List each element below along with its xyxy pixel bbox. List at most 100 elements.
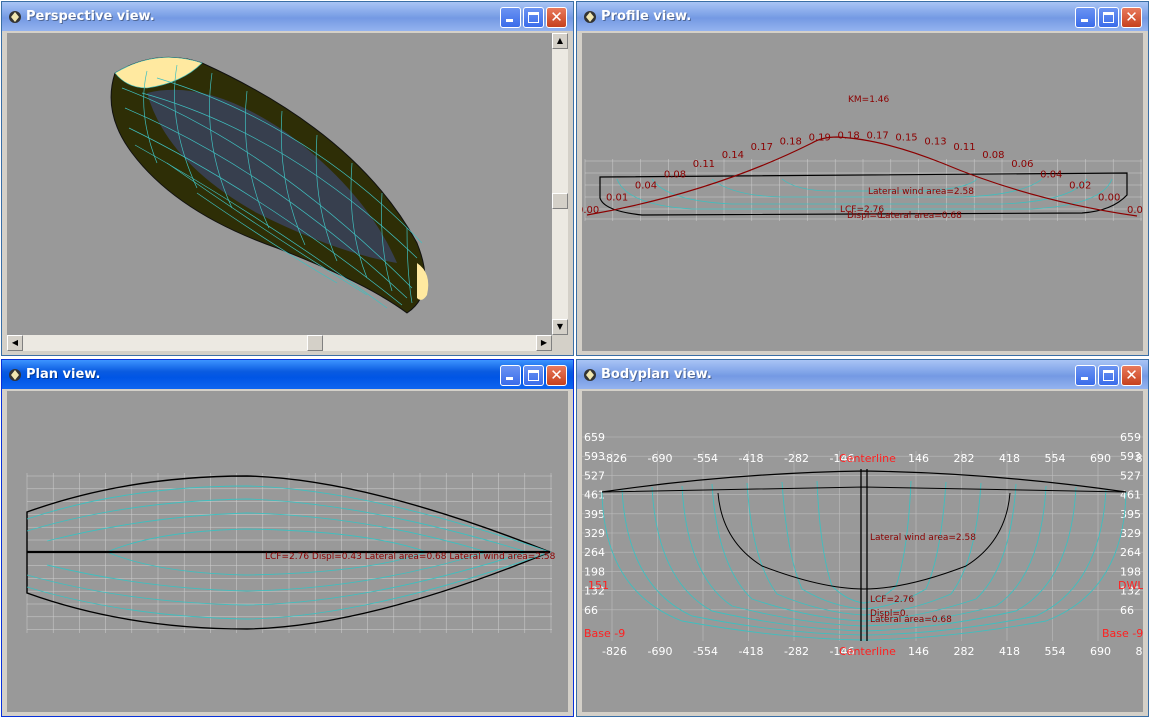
lcf-label: LCF=2.76 bbox=[870, 595, 914, 605]
perspective-titlebar[interactable]: Perspective view. ✕ bbox=[2, 2, 573, 31]
plan-titlebar[interactable]: Plan view. ✕ bbox=[2, 360, 573, 389]
area-curve-value: 0.19 bbox=[809, 132, 831, 143]
centerline-bottom-label: Centerline bbox=[839, 645, 896, 658]
app-icon bbox=[584, 369, 596, 381]
x-tick-top: 690 bbox=[1090, 452, 1111, 465]
y-tick-right: 329 bbox=[1120, 527, 1141, 540]
area-curve-value: 0.04 bbox=[635, 181, 657, 192]
area-curve-value: 0.15 bbox=[895, 132, 917, 143]
close-icon: ✕ bbox=[550, 8, 563, 26]
minimize-icon bbox=[1081, 377, 1088, 380]
scroll-corner bbox=[552, 335, 568, 351]
x-tick-top: 418 bbox=[999, 452, 1020, 465]
area-curve-value: 0.13 bbox=[924, 136, 946, 147]
centerline-top-label: Centerline bbox=[839, 452, 896, 465]
scroll-right-button[interactable]: ▶ bbox=[536, 335, 552, 351]
vertical-scrollbar[interactable]: ▲ ▼ bbox=[552, 33, 568, 335]
profile-drawing: 0.00 0.01 0.04 0.08 0.11 0.14 0.17 0.18 0.19 0.18… bbox=[582, 95, 1143, 221]
x-tick-top: -826 bbox=[602, 452, 627, 465]
x-tick-top: 146 bbox=[908, 452, 929, 465]
x-tick-bottom: 146 bbox=[908, 645, 929, 658]
y-tick-right: 659 bbox=[1120, 431, 1141, 444]
minimize-button[interactable] bbox=[1075, 365, 1096, 386]
plan-overlap-label: LCF=2.76 Displ=0.43 Lateral area=0.68 La… bbox=[265, 552, 556, 562]
x-tick-bottom: -690 bbox=[648, 645, 673, 658]
lateral-wind-area-label: Lateral wind area=2.58 bbox=[868, 187, 974, 197]
bodyplan-titlebar[interactable]: Bodyplan view. ✕ bbox=[577, 360, 1148, 389]
minimize-icon bbox=[506, 19, 513, 22]
close-icon: ✕ bbox=[1125, 366, 1138, 384]
x-tick-bottom: 554 bbox=[1045, 645, 1066, 658]
x-tick-top: -554 bbox=[693, 452, 718, 465]
y-tick-right: 198 bbox=[1120, 565, 1141, 578]
window-title: Plan view. bbox=[26, 367, 101, 382]
area-curve-value: 0.08 bbox=[982, 150, 1004, 161]
x-tick-top: -282 bbox=[784, 452, 809, 465]
x-tick-bottom: -282 bbox=[784, 645, 809, 658]
window-title: Perspective view. bbox=[26, 9, 155, 24]
minimize-button[interactable] bbox=[500, 365, 521, 386]
minimize-button[interactable] bbox=[1075, 7, 1096, 28]
perspective-hull-drawing bbox=[110, 56, 429, 314]
profile-window[interactable]: Profile view. ✕ 0.00 0.01 0.04 0.08 0.11 bbox=[576, 1, 1149, 356]
close-icon: ✕ bbox=[1125, 8, 1138, 26]
y-tick-left: 659 bbox=[584, 431, 605, 444]
area-curve-value: 0.00 bbox=[1127, 205, 1143, 216]
area-curve-value: 0.02 bbox=[1069, 181, 1091, 192]
x-tick-bottom: 690 bbox=[1090, 645, 1111, 658]
close-button[interactable]: ✕ bbox=[1121, 365, 1142, 386]
area-curve-value: 0.00 bbox=[1098, 193, 1120, 204]
x-tick-top: 282 bbox=[954, 452, 975, 465]
y-tick-left: 264 bbox=[584, 546, 605, 559]
bodyplan-window[interactable]: Bodyplan view. ✕ 659 659 593 593 527 527 461 46… bbox=[576, 359, 1149, 717]
area-curve-value: 0.04 bbox=[1040, 169, 1062, 180]
app-icon bbox=[584, 11, 596, 23]
x-tick-bottom: -826 bbox=[602, 645, 627, 658]
x-tick-bottom: 418 bbox=[999, 645, 1020, 658]
horizontal-scrollbar[interactable]: ◀ ▶ bbox=[7, 335, 552, 351]
close-button[interactable]: ✕ bbox=[546, 7, 567, 28]
close-button[interactable]: ✕ bbox=[1121, 7, 1142, 28]
x-tick-top: 826 bbox=[1136, 452, 1144, 465]
y-tick-right: 461 bbox=[1120, 489, 1141, 502]
base-left-label: Base -9 bbox=[584, 627, 625, 640]
horizontal-scroll-thumb[interactable] bbox=[307, 335, 323, 351]
plan-canvas[interactable]: LCF=2.76 Displ=0.43 Lateral area=0.68 La… bbox=[7, 391, 568, 712]
area-curve-value: 0.17 bbox=[866, 130, 888, 141]
maximize-button[interactable] bbox=[1098, 365, 1119, 386]
x-tick-top: -690 bbox=[648, 452, 673, 465]
maximize-button[interactable] bbox=[523, 365, 544, 386]
base-right-label: Base -9 bbox=[1102, 627, 1143, 640]
bodyplan-drawing: 659 659593 593527 527461 461395 395329 329264 2… bbox=[582, 431, 1144, 658]
lateral-wind-area-label: Lateral wind area=2.58 bbox=[870, 533, 976, 543]
y-tick-right: 66 bbox=[1120, 604, 1134, 617]
bodyplan-canvas[interactable]: 659 659 593 593 527 527 461 461 395 395 329 329 264 2… bbox=[582, 391, 1143, 712]
maximize-button[interactable] bbox=[1098, 7, 1119, 28]
minimize-button[interactable] bbox=[500, 7, 521, 28]
maximize-icon bbox=[528, 370, 539, 381]
scroll-left-button[interactable]: ◀ bbox=[7, 335, 23, 351]
scroll-up-button[interactable]: ▲ bbox=[552, 33, 568, 49]
profile-titlebar[interactable]: Profile view. ✕ bbox=[577, 2, 1148, 31]
window-title: Profile view. bbox=[601, 9, 692, 24]
profile-canvas[interactable]: 0.00 0.01 0.04 0.08 0.11 0.14 0.17 0.18 0.19 0.18… bbox=[582, 33, 1143, 351]
maximize-button[interactable] bbox=[523, 7, 544, 28]
perspective-window[interactable]: Perspective view. ✕ ▲ ▼ ◀ ▶ bbox=[1, 1, 574, 356]
dwl-left-label: 151 bbox=[588, 579, 609, 592]
km-label: KM=1.46 bbox=[848, 95, 890, 105]
area-curve-value: 0.00 bbox=[582, 205, 599, 216]
x-tick-top: 554 bbox=[1045, 452, 1066, 465]
scroll-down-button[interactable]: ▼ bbox=[552, 319, 568, 335]
y-tick-left: 395 bbox=[584, 508, 605, 521]
area-curve-value: 0.06 bbox=[1011, 159, 1033, 170]
y-tick-right: 264 bbox=[1120, 546, 1141, 559]
area-curve-value: 0.18 bbox=[780, 136, 802, 147]
perspective-canvas[interactable]: ▲ ▼ ◀ ▶ bbox=[7, 33, 568, 351]
plan-window[interactable]: Plan view. ✕ LCF=2.76 Displ=0.43 Lateral… bbox=[1, 359, 574, 717]
x-tick-top: -418 bbox=[739, 452, 764, 465]
x-tick-bottom: 282 bbox=[954, 645, 975, 658]
area-curve-value: 0.11 bbox=[953, 142, 975, 153]
window-title: Bodyplan view. bbox=[601, 367, 712, 382]
close-button[interactable]: ✕ bbox=[546, 365, 567, 386]
vertical-scroll-thumb[interactable] bbox=[552, 193, 568, 209]
